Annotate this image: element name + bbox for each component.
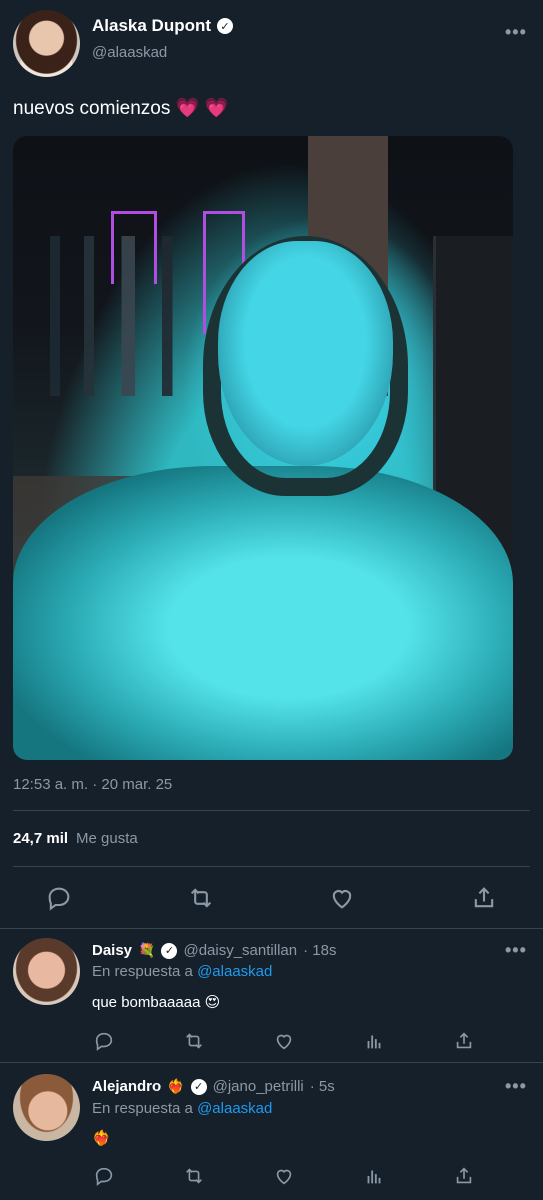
more-options-icon[interactable]: ••• xyxy=(505,940,527,961)
share-icon[interactable] xyxy=(470,884,498,912)
divider xyxy=(13,810,530,811)
tweet-photo[interactable] xyxy=(13,136,513,760)
tweet-timestamp[interactable]: 12:53 a. m. · 20 mar. 25 xyxy=(13,776,172,793)
likes-stat[interactable]: 24,7 mil Me gusta xyxy=(13,830,138,847)
verified-badge-icon: ✓ xyxy=(190,1078,207,1095)
verified-badge-icon: ✓ xyxy=(161,942,178,959)
reply-to-handle[interactable]: @alaaskad xyxy=(197,1100,272,1117)
heart-emojis: 💗 💗 xyxy=(175,98,229,119)
divider xyxy=(13,866,530,867)
reply-header: Alejandro ❤️‍🔥 ✓ @jano_petrilli · 5s xyxy=(92,1078,335,1095)
more-options-icon[interactable]: ••• xyxy=(505,1076,527,1097)
reply-time[interactable]: · 18s xyxy=(303,942,336,959)
reply-to-line: En respuesta a @alaaskad xyxy=(92,1100,272,1117)
verified-badge-icon: ✓ xyxy=(217,18,234,34)
heart-fire-emoji: ❤️‍🔥 xyxy=(167,1078,185,1094)
reply-prefix: En respuesta a xyxy=(92,1100,193,1117)
retweet-icon[interactable] xyxy=(183,1165,205,1187)
flower-emoji: 💐 xyxy=(138,942,156,958)
reply-prefix: En respuesta a xyxy=(92,963,193,980)
reply-author-handle[interactable]: @daisy_santillan xyxy=(183,942,297,959)
reply-icon[interactable] xyxy=(93,1165,115,1187)
like-icon[interactable] xyxy=(273,1030,295,1052)
divider xyxy=(0,1062,543,1063)
author-avatar[interactable] xyxy=(13,10,80,77)
likes-label: Me gusta xyxy=(76,830,138,847)
retweet-icon[interactable] xyxy=(183,1030,205,1052)
tweet-body: nuevos comienzos xyxy=(13,98,171,119)
share-icon[interactable] xyxy=(453,1030,475,1052)
reply-author-name[interactable]: Alejandro xyxy=(92,1078,161,1095)
share-icon[interactable] xyxy=(453,1165,475,1187)
reply-header: Daisy 💐 ✓ @daisy_santillan · 18s xyxy=(92,942,336,959)
like-icon[interactable] xyxy=(273,1165,295,1187)
reply-icon[interactable] xyxy=(93,1030,115,1052)
photo-background-people xyxy=(33,236,203,396)
author-name-row[interactable]: Alaska Dupont ✓ xyxy=(92,16,234,36)
reply-text: ❤️‍🔥 xyxy=(92,1130,111,1147)
analytics-icon[interactable] xyxy=(363,1030,385,1052)
retweet-icon[interactable] xyxy=(187,884,215,912)
photo-robe xyxy=(13,466,513,760)
reply-author-handle[interactable]: @jano_petrilli xyxy=(213,1078,304,1095)
reply-icon[interactable] xyxy=(45,884,73,912)
divider xyxy=(0,928,543,929)
reply-author-name[interactable]: Daisy xyxy=(92,942,132,959)
like-icon[interactable] xyxy=(328,884,356,912)
more-options-icon[interactable]: ••• xyxy=(505,22,527,43)
reply-to-handle[interactable]: @alaaskad xyxy=(197,963,272,980)
author-name[interactable]: Alaska Dupont xyxy=(92,16,211,36)
reply-text: que bombaaaaa 😍 xyxy=(92,994,221,1011)
analytics-icon[interactable] xyxy=(363,1165,385,1187)
reply-time[interactable]: · 5s xyxy=(310,1078,335,1095)
likes-count: 24,7 mil xyxy=(13,830,69,847)
author-handle[interactable]: @alaaskad xyxy=(92,44,167,61)
reply-avatar[interactable] xyxy=(13,1074,80,1141)
photo-face xyxy=(218,241,393,466)
tweet-text: nuevos comienzos 💗 💗 xyxy=(13,96,228,120)
reply-to-line: En respuesta a @alaaskad xyxy=(92,963,272,980)
reply-avatar[interactable] xyxy=(13,938,80,1005)
